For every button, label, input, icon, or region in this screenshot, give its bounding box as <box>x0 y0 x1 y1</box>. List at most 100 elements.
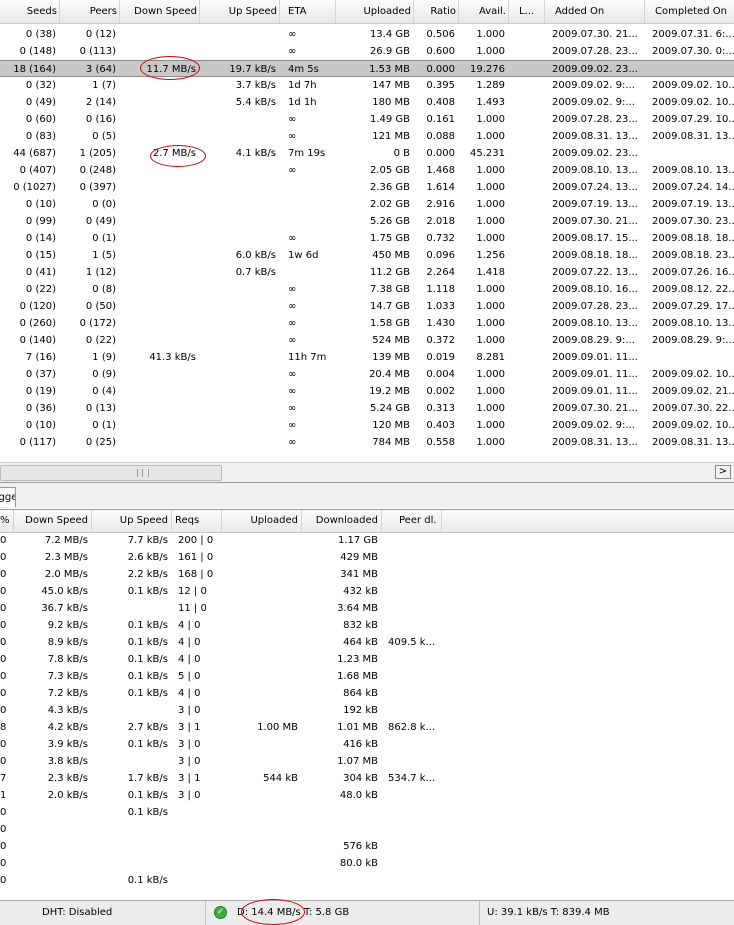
torrent-row[interactable]: 44 (687) 1 (205) 2.7 MB/s 4.1 kB/s 7m 19s 0 B… <box>0 145 734 162</box>
torrent-row[interactable]: 0 (117) 0 (25) ∞ 784 MB 0.558 1.000 2009.08.31… <box>0 434 734 451</box>
peer-cell-up-speed <box>92 855 168 872</box>
peer-cell-downloaded: 1.07 MB <box>337 756 378 767</box>
peer-row[interactable]: 0 7.2 kB/s 0.1 kB/s 4 | 0 864 kB <box>0 685 734 702</box>
peer-cell-down-speed: 36.7 kB/s <box>41 603 88 614</box>
torrent-cell-label <box>512 298 544 315</box>
peer-cell-up-speed <box>92 600 168 617</box>
torrent-row[interactable]: 0 (14) 0 (1) ∞ 1.75 GB 0.732 1.000 2009.08.17.… <box>0 230 734 247</box>
column-header-peer-up-speed[interactable]: Up Speed <box>92 510 172 532</box>
torrent-cell-label <box>512 61 544 78</box>
torrent-row[interactable]: 0 (10) 0 (0) 2.02 GB 2.916 1.000 2009.07.19. … <box>0 196 734 213</box>
torrent-cell-down-speed <box>120 264 196 281</box>
peer-row[interactable]: 0 7.8 kB/s 0.1 kB/s 4 | 0 1.23 MB <box>0 651 734 668</box>
column-header-avail[interactable]: Avail. <box>459 0 509 23</box>
peer-cell-peer-dl: 862.8 k... <box>388 722 436 733</box>
peer-row[interactable]: 0 2.0 MB/s 2.2 kB/s 168 | 0 341 MB <box>0 566 734 583</box>
peer-row[interactable]: 0 80.0 kB <box>0 855 734 872</box>
column-header-eta[interactable]: ETA <box>280 0 336 23</box>
peer-cell-up-speed: 0.1 kB/s <box>127 790 168 801</box>
torrent-cell-label <box>512 434 544 451</box>
torrent-row[interactable]: 0 (1027) 0 (397) 2.36 GB 1.614 1.000 2009.07.… <box>0 179 734 196</box>
peer-row[interactable]: 0 4.3 kB/s 3 | 0 192 kB <box>0 702 734 719</box>
column-header-peer-uploaded[interactable]: Uploaded <box>222 510 302 532</box>
column-header-label[interactable]: L... <box>509 0 545 23</box>
peers-list-header: % Down Speed Up Speed Reqs Uploaded Down… <box>0 510 734 533</box>
tab-logger[interactable]: Logger <box>0 487 16 507</box>
torrent-row[interactable]: 0 (99) 0 (49) 5.26 GB 2.018 1.000 2009.07.30.… <box>0 213 734 230</box>
column-header-ratio[interactable]: Ratio <box>414 0 459 23</box>
torrent-cell-label <box>512 145 544 162</box>
torrent-row[interactable]: 0 (148) 0 (113) ∞ 26.9 GB 0.600 1.000 2009.07.… <box>0 43 734 60</box>
peer-row[interactable]: 0 36.7 kB/s 11 | 0 3.64 MB <box>0 600 734 617</box>
torrent-row[interactable]: 0 (36) 0 (13) ∞ 5.24 GB 0.313 1.000 2009.07.30… <box>0 400 734 417</box>
peer-row[interactable]: 0 <box>0 821 734 838</box>
peer-row[interactable]: 0 3.8 kB/s 3 | 0 1.07 MB <box>0 753 734 770</box>
upload-status[interactable]: U: 39.1 kB/s T: 839.4 MB <box>480 901 734 925</box>
column-header-peer-down-speed[interactable]: Down Speed <box>14 510 92 532</box>
torrent-cell-avail: 1.000 <box>476 386 505 397</box>
torrent-row[interactable]: 0 (22) 0 (8) ∞ 7.38 GB 1.118 1.000 2009.08.10.… <box>0 281 734 298</box>
torrent-row[interactable]: 0 (32) 1 (7) 3.7 kB/s 1d 7h 147 MB 0.395 1.289… <box>0 77 734 94</box>
torrent-row[interactable]: 0 (120) 0 (50) ∞ 14.7 GB 1.033 1.000 2009.07.2… <box>0 298 734 315</box>
peer-row[interactable]: 0 8.9 kB/s 0.1 kB/s 4 | 0 464 kB 409.5 k... <box>0 634 734 651</box>
horizontal-scrollbar[interactable]: > <box>0 462 734 482</box>
column-header-up-speed[interactable]: Up Speed <box>200 0 280 23</box>
download-status[interactable]: D: 14.4 MB/s T: 5.8 GB <box>230 901 480 925</box>
peer-row[interactable]: 0 7.3 kB/s 0.1 kB/s 5 | 0 1.68 MB <box>0 668 734 685</box>
column-header-seeds[interactable]: Seeds <box>0 0 60 23</box>
torrent-row[interactable]: 0 (37) 0 (9) ∞ 20.4 MB 0.004 1.000 2009.09.01.… <box>0 366 734 383</box>
peer-cell-reqs: 11 | 0 <box>178 603 207 614</box>
peer-row[interactable]: 1 2.0 kB/s 0.1 kB/s 3 | 0 48.0 kB <box>0 787 734 804</box>
peer-row[interactable]: 0 3.9 kB/s 0.1 kB/s 3 | 0 416 kB <box>0 736 734 753</box>
peer-row[interactable]: 0 7.2 MB/s 7.7 kB/s 200 | 0 1.17 GB <box>0 532 734 549</box>
torrent-cell-ratio: 0.313 <box>426 403 455 414</box>
torrent-cell-added-on: 2009.09.02. 23... <box>552 148 638 159</box>
torrent-cell-uploaded: 1.58 GB <box>369 318 410 329</box>
torrent-row[interactable]: 18 (164) 3 (64) 11.7 MB/s 19.7 kB/s 4m 5s 1.5… <box>0 60 734 77</box>
torrent-row[interactable]: 0 (49) 2 (14) 5.4 kB/s 1d 1h 180 MB 0.408 1.49… <box>0 94 734 111</box>
peer-row[interactable]: 0 9.2 kB/s 0.1 kB/s 4 | 0 832 kB <box>0 617 734 634</box>
torrent-cell-eta: ∞ <box>288 437 297 448</box>
column-header-peers[interactable]: Peers <box>60 0 120 23</box>
peer-row[interactable]: 0 45.0 kB/s 0.1 kB/s 12 | 0 432 kB <box>0 583 734 600</box>
column-header-uploaded[interactable]: Uploaded <box>336 0 414 23</box>
column-header-peer-dl[interactable]: Peer dl. <box>382 510 442 532</box>
peer-row[interactable]: 8 4.2 kB/s 2.7 kB/s 3 | 1 1.00 MB 1.01 MB 862.… <box>0 719 734 736</box>
column-header-percent[interactable]: % <box>0 510 14 532</box>
peer-cell-downloaded: 864 kB <box>343 688 378 699</box>
scroll-right-arrow-icon[interactable]: > <box>715 465 731 479</box>
torrent-row[interactable]: 0 (19) 0 (4) ∞ 19.2 MB 0.002 1.000 2009.09.01.… <box>0 383 734 400</box>
peer-cell-up-speed: 2.7 kB/s <box>127 722 168 733</box>
peer-row[interactable]: 7 2.3 kB/s 1.7 kB/s 3 | 1 544 kB 304 kB 534.7 … <box>0 770 734 787</box>
torrent-cell-completed-on: 2009.07.30. 23... <box>652 216 734 227</box>
torrent-row[interactable]: 7 (16) 1 (9) 41.3 kB/s 11h 7m 139 MB 0.019 8.2… <box>0 349 734 366</box>
torrent-row[interactable]: 0 (60) 0 (16) ∞ 1.49 GB 0.161 1.000 2009.07.28… <box>0 111 734 128</box>
scrollbar-thumb[interactable] <box>0 465 222 481</box>
torrent-cell-completed-on: 2009.09.02. 10... <box>652 97 734 108</box>
peer-cell-up-speed: 7.7 kB/s <box>127 535 168 546</box>
torrent-cell-seeds: 0 (407) <box>19 165 56 176</box>
torrent-row[interactable]: 0 (140) 0 (22) ∞ 524 MB 0.372 1.000 2009.08.29… <box>0 332 734 349</box>
torrent-row[interactable]: 0 (260) 0 (172) ∞ 1.58 GB 1.430 1.000 2009.08.… <box>0 315 734 332</box>
torrent-cell-up-speed <box>200 179 276 196</box>
torrent-row[interactable]: 0 (407) 0 (248) ∞ 2.05 GB 1.468 1.000 2009.08.… <box>0 162 734 179</box>
peer-cell-percent: 0 <box>0 807 7 818</box>
column-header-added-on[interactable]: Added On <box>545 0 645 23</box>
peer-cell-reqs: 200 | 0 <box>178 535 214 546</box>
torrent-row[interactable]: 0 (38) 0 (12) ∞ 13.4 GB 0.506 1.000 2009.07.30… <box>0 26 734 43</box>
peer-row[interactable]: 0 0.1 kB/s <box>0 804 734 821</box>
torrent-row[interactable]: 0 (15) 1 (5) 6.0 kB/s 1w 6d 450 MB 0.096 1.256… <box>0 247 734 264</box>
column-header-reqs[interactable]: Reqs <box>172 510 222 532</box>
column-header-down-speed[interactable]: Down Speed <box>120 0 200 23</box>
torrent-row[interactable]: 0 (41) 1 (12) 0.7 kB/s 11.2 GB 2.264 1.418 200… <box>0 264 734 281</box>
peer-row[interactable]: 0 0.1 kB/s <box>0 872 734 889</box>
torrent-row[interactable]: 0 (10) 0 (1) ∞ 120 MB 0.403 1.000 2009.09.02. … <box>0 417 734 434</box>
column-header-completed-on[interactable]: Completed On <box>645 0 734 23</box>
column-header-peer-downloaded[interactable]: Downloaded <box>302 510 382 532</box>
peer-cell-downloaded <box>302 872 378 889</box>
peer-row[interactable]: 0 576 kB <box>0 838 734 855</box>
torrent-cell-seeds: 0 (14) <box>25 233 56 244</box>
torrent-row[interactable]: 0 (83) 0 (5) ∞ 121 MB 0.088 1.000 2009.08.31. … <box>0 128 734 145</box>
peer-row[interactable]: 0 2.3 MB/s 2.6 kB/s 161 | 0 429 MB <box>0 549 734 566</box>
torrent-cell-uploaded: 120 MB <box>372 420 410 431</box>
